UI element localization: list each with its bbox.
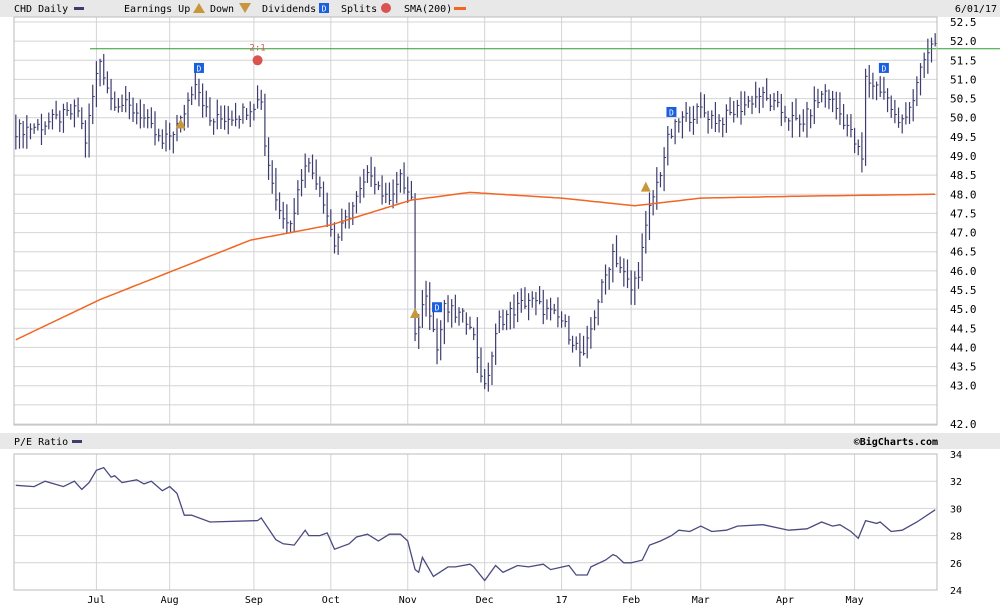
- down-label: Down: [210, 4, 234, 15]
- y-tick-label: 51.5: [950, 54, 977, 67]
- y-tick-label: 47.5: [950, 207, 977, 220]
- dividend-icon-glyph: D: [197, 64, 202, 73]
- y-tick-label: 52.0: [950, 35, 977, 48]
- y-tick-label: 32: [950, 477, 962, 488]
- sma-legend-swatch: [454, 7, 466, 10]
- price-legend-swatch: [74, 7, 84, 10]
- x-tick-label: Mar: [692, 595, 710, 606]
- credit-label: ©BigCharts.com: [854, 436, 938, 448]
- y-tick-label: 43.5: [950, 361, 977, 374]
- main-grid: 42.0 43.0 43.5 44.0 44.5 45.0 45.5 46.0 46.5 47.0…: [14, 16, 977, 431]
- split-ratio-label: 2:1: [249, 43, 265, 53]
- dividends-label: Dividends: [262, 4, 316, 15]
- sma200-line: [15, 191, 936, 341]
- pe-line-group: [15, 466, 936, 582]
- pe-label: P/E Ratio: [14, 437, 68, 448]
- y-tick-label: 42.0: [950, 418, 977, 431]
- x-tick-label: 17: [556, 595, 568, 606]
- y-tick-label: 50.0: [950, 112, 977, 125]
- y-tick-label: 34: [950, 450, 962, 461]
- y-tick-label: 47.0: [950, 227, 977, 240]
- y-tick-label: 52.5: [950, 16, 977, 29]
- x-tick-label: May: [846, 595, 864, 606]
- split-icon: [252, 55, 263, 66]
- y-tick-label: 28: [950, 532, 962, 543]
- x-tick-label: Aug: [161, 595, 179, 606]
- x-tick-label: Sep: [245, 595, 263, 606]
- date-label: 6/01/17: [955, 4, 997, 15]
- y-tick-label: 49.0: [950, 150, 977, 163]
- y-tick-label: 48.5: [950, 169, 977, 182]
- x-tick-label: Feb: [622, 595, 640, 606]
- x-tick-label: Jul: [87, 595, 105, 606]
- pe-header-bar: [0, 433, 1000, 449]
- symbol-label: CHD Daily: [14, 4, 68, 15]
- main-plot-frame: [13, 16, 938, 426]
- x-tick-label: Nov: [399, 595, 417, 606]
- earnings-label: Earnings Up: [124, 4, 190, 15]
- y-tick-label: 26: [950, 559, 962, 570]
- y-tick-label: 24: [950, 586, 962, 597]
- splits-label: Splits: [341, 4, 377, 15]
- split-legend-icon: [381, 3, 391, 13]
- dividend-icon-glyph: D: [881, 64, 886, 73]
- y-tick-label: 43.0: [950, 380, 977, 393]
- y-tick-label: 46.0: [950, 265, 977, 278]
- dividend-legend-glyph: D: [322, 5, 327, 14]
- y-tick-label: 44.0: [950, 341, 977, 354]
- dividend-icon-glyph: D: [669, 108, 674, 117]
- sma-label: SMA(200): [404, 4, 452, 15]
- earnings-up-icon: [640, 181, 651, 192]
- y-tick-label: 50.5: [950, 93, 977, 106]
- x-tick-label: Apr: [776, 595, 794, 606]
- dividend-icon-glyph: D: [435, 304, 440, 313]
- y-tick-label: 45.0: [950, 303, 977, 316]
- pe-legend-swatch: [72, 440, 82, 443]
- y-tick-label: 46.5: [950, 246, 977, 259]
- y-tick-label: 45.5: [950, 284, 977, 297]
- pe-grid: Jul Aug Sep Oct Nov Dec 17 Feb Mar Apr May 24 26 28 30…: [14, 450, 962, 606]
- y-tick-label: 49.5: [950, 131, 977, 144]
- stock-chart: CHD Daily Earnings Up Down Dividends D S…: [0, 0, 1000, 606]
- y-tick-label: 30: [950, 504, 962, 515]
- pe-ratio-line: [15, 466, 936, 582]
- x-tick-label: Dec: [476, 595, 494, 606]
- y-tick-label: 51.0: [950, 73, 977, 86]
- y-tick-label: 48.0: [950, 188, 977, 201]
- x-tick-label: Oct: [322, 595, 340, 606]
- price-bars: D D D D 2:1: [15, 33, 1000, 392]
- y-tick-label: 44.5: [950, 322, 977, 335]
